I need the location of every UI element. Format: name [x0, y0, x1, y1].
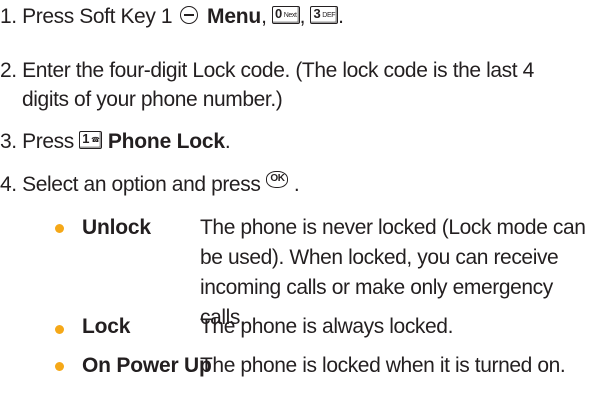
key-3-sub: DEF: [322, 12, 336, 20]
soft-key-1-icon: [179, 6, 198, 25]
step-2-line-2: digits of your phone number.): [22, 88, 283, 111]
option-desc-line: be used). When locked, you can receive: [200, 246, 559, 269]
step-3-text: 3. Press: [0, 130, 74, 153]
key-1-main: 1: [82, 131, 90, 147]
option-term-unlock: Unlock: [82, 216, 151, 239]
bullet-icon: [55, 325, 64, 334]
key-0-icon: 0 Next: [271, 6, 300, 25]
step-1-text: 1. Press Soft Key 1: [0, 5, 173, 28]
option-term-lock: Lock: [82, 315, 131, 338]
key-1-sub: ☎: [91, 137, 100, 145]
bullet-icon: [55, 224, 64, 233]
bullet-icon: [55, 362, 64, 371]
step-3-phone-lock: Phone Lock: [107, 130, 225, 153]
step-4-end: .: [293, 173, 300, 196]
step-2-line-1: 2. Enter the four-digit Lock code. (The …: [0, 59, 534, 82]
key-0-sub: Next: [283, 12, 297, 20]
step-1-end: .: [338, 5, 344, 28]
key-0-main: 0: [274, 6, 282, 22]
key-3-icon: 3 DEF: [310, 6, 339, 25]
option-desc-line: The phone is never locked (Lock mode can: [200, 216, 586, 239]
step-1: 1. Press Soft Key 1 Menu, 0 Next, 3 DEF.: [0, 5, 344, 28]
option-desc-line: The phone is locked when it is turned on…: [200, 354, 566, 377]
step-3-end: .: [224, 130, 231, 153]
key-1-icon: 1 ☎: [79, 131, 103, 150]
step-1-menu: Menu: [207, 5, 262, 28]
option-term-on-power-up: On Power Up: [82, 354, 212, 377]
option-desc-line: incoming calls or make only emergency: [200, 276, 553, 299]
step-1-comma: ,: [261, 5, 267, 28]
ok-key-icon: OK: [266, 170, 289, 188]
instruction-page: 1. Press Soft Key 1 Menu, 0 Next, 3 DEF. 2…: [0, 0, 614, 394]
step-4: 4. Select an option and press OK .: [0, 170, 300, 198]
option-desc-line: The phone is always locked.: [200, 315, 454, 338]
step-4-text: 4. Select an option and press: [0, 173, 261, 196]
step-3: 3. Press 1 ☎ Phone Lock.: [0, 129, 231, 155]
key-3-main: 3: [313, 6, 321, 22]
